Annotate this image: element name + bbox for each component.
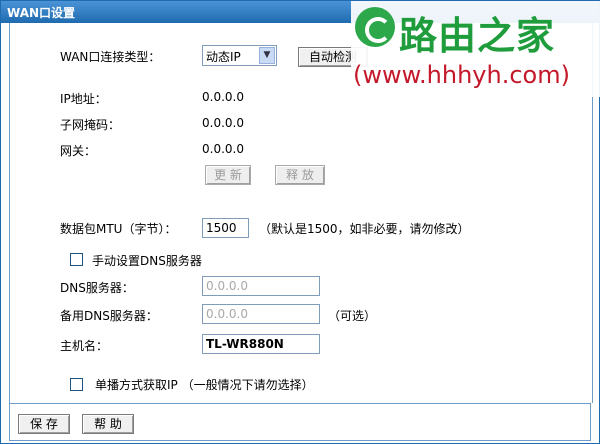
chevron-down-icon[interactable]: ▼ <box>259 47 275 64</box>
renew-button[interactable]: 更 新 <box>205 165 251 185</box>
subnet-mask-value: 0.0.0.0 <box>202 116 244 130</box>
brand-url: (www.hhhyh.com) <box>353 61 570 89</box>
mtu-label: 数据包MTU（字节）： <box>60 222 177 236</box>
hostname-input[interactable]: TL-WR880N <box>202 334 320 354</box>
ip-address-label: IP地址： <box>60 92 107 106</box>
wan-type-label: WAN口连接类型： <box>60 50 161 64</box>
mtu-hint: （默认是1500，如非必要，请勿修改） <box>259 222 470 236</box>
gateway-label: 网关： <box>60 144 97 158</box>
unicast-label: 单播方式获取IP （一般情况下请勿选择） <box>95 378 314 392</box>
unicast-checkbox[interactable] <box>70 378 83 391</box>
hostname-label: 主机名： <box>60 339 109 353</box>
release-button[interactable]: 释 放 <box>275 165 325 185</box>
primary-dns-label: DNS服务器： <box>60 281 134 295</box>
wan-settings-panel: WAN口设置 WAN口连接类型： 动态IP ▼ 自动检测 IP地址： 0.0.0… <box>0 0 600 444</box>
save-button[interactable]: 保 存 <box>18 414 70 434</box>
brand-logo-icon <box>355 7 395 47</box>
secondary-dns-input[interactable]: 0.0.0.0 <box>202 304 320 324</box>
optional-hint: （可选） <box>328 309 377 323</box>
secondary-dns-label: 备用DNS服务器： <box>60 309 158 323</box>
ip-address-value: 0.0.0.0 <box>202 90 244 104</box>
subnet-mask-label: 子网掩码： <box>60 118 121 132</box>
manual-dns-checkbox[interactable] <box>70 253 83 266</box>
window-title: WAN口设置 <box>7 6 76 20</box>
manual-dns-label: 手动设置DNS服务器 <box>92 254 202 268</box>
primary-dns-input[interactable]: 0.0.0.0 <box>202 276 320 296</box>
brand-name: 路由之家 <box>399 14 556 58</box>
help-button[interactable]: 帮 助 <box>82 414 134 434</box>
wan-type-select[interactable]: 动态IP ▼ <box>202 45 277 66</box>
action-bar: 保 存 帮 助 <box>9 403 591 441</box>
gateway-value: 0.0.0.0 <box>202 142 244 156</box>
wan-type-value: 动态IP <box>206 50 241 64</box>
mtu-input[interactable]: 1500 <box>202 218 249 238</box>
watermark-logo: 路由之家 (www.hhhyh.com) <box>351 1 600 97</box>
